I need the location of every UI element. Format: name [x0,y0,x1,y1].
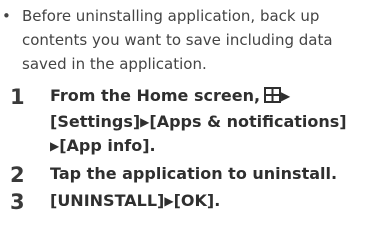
step-3: 3 [UNINSTALL]▶[OK]. [0,189,368,214]
step-3-text: [UNINSTALL]▶[OK]. [50,189,368,213]
step-1-text-c: [Apps & notifications] [149,112,347,131]
step-1-text: From the Home screen, ▶ [Settings]▶[Apps &… [50,84,368,158]
note-bullet: • [2,7,11,25]
note-text: Before uninstalling application, back up… [22,7,333,73]
step-2-number: 2 [10,163,25,187]
step-3-text-b: [OK]. [173,191,221,210]
step-2: 2 Tap the application to uninstall. [0,162,368,187]
arrow-icon: ▶ [140,115,150,129]
step-1-text-b: [Settings] [50,112,141,131]
step-3-number: 3 [10,190,25,214]
arrow-icon: ▶ [50,139,60,153]
step-3-text-a: [UNINSTALL] [50,191,165,210]
step-2-text: Tap the application to uninstall. [50,164,338,183]
step-1: 1 From the Home screen, ▶ [Settings]▶[Apps… [0,84,368,158]
arrow-icon: ▶ [281,89,291,103]
note: • Before uninstalling application, back … [2,4,364,76]
apps-grid-icon [264,86,282,110]
step-1-text-d: [App info]. [59,136,156,155]
step-1-text-a: From the Home screen, [50,86,261,105]
arrow-icon: ▶ [164,194,174,208]
step-1-number: 1 [10,85,25,109]
